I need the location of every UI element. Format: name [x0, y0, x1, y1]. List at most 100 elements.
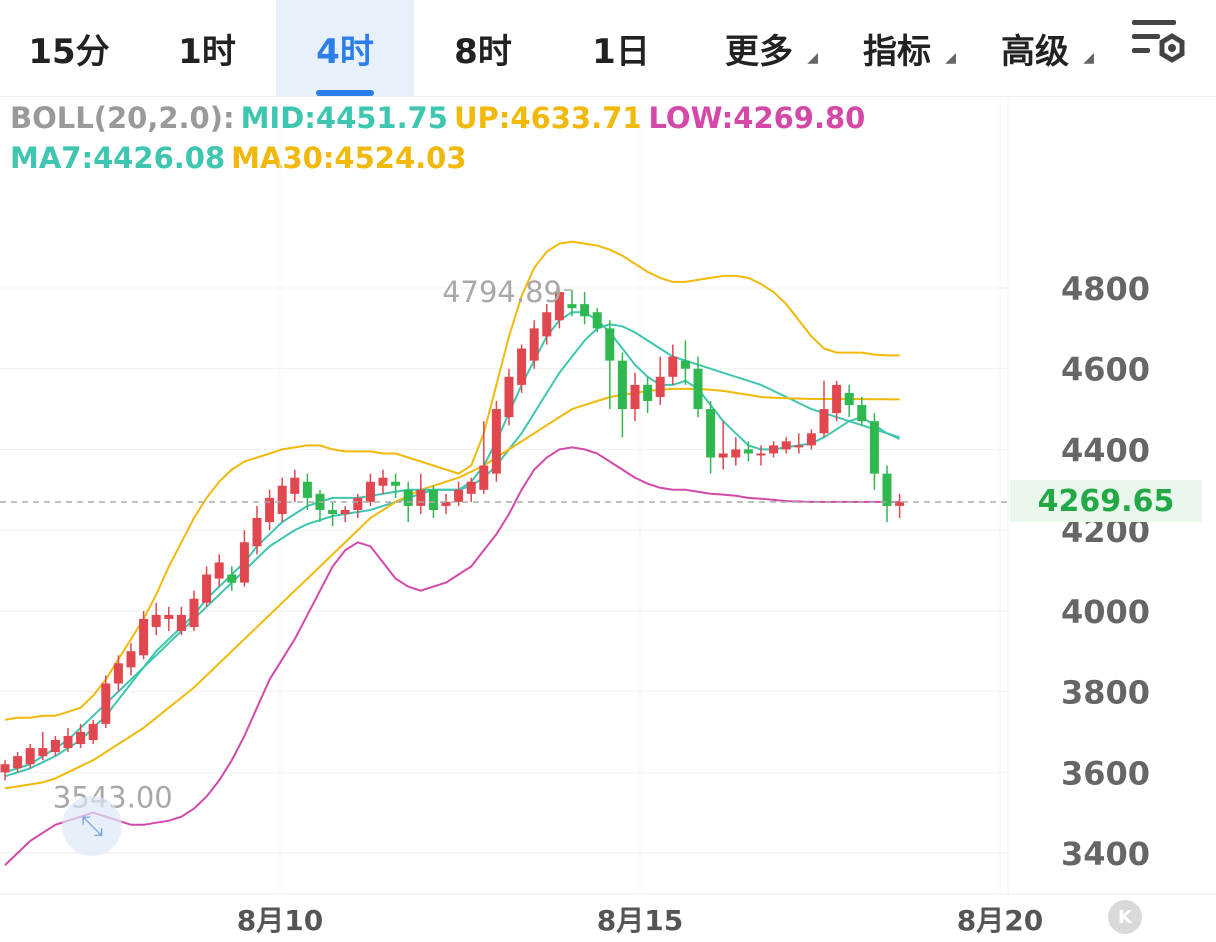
candle-body	[491, 409, 501, 474]
tab-label: 1日	[592, 31, 650, 72]
y-tick-label: 4400	[1061, 431, 1150, 469]
candle-body	[38, 748, 48, 757]
candle-body	[202, 574, 212, 603]
candle-body	[340, 509, 350, 514]
tab-4h[interactable]: 4时	[276, 0, 414, 96]
candle-body	[655, 376, 665, 397]
tab-1d[interactable]: 1日	[552, 0, 690, 96]
tab-15min[interactable]: 15分	[0, 0, 138, 96]
candle-body	[25, 748, 35, 765]
candle-body	[0, 764, 10, 773]
candle-body	[743, 449, 753, 454]
candle-body	[189, 598, 199, 627]
k-line-toggle-icon[interactable]: K	[1108, 900, 1142, 934]
candle-body	[139, 618, 149, 656]
tab-8h[interactable]: 8时	[414, 0, 552, 96]
current-price-tag: 4269.65	[1010, 480, 1202, 522]
ma7-line	[4, 311, 901, 778]
candle-body	[302, 481, 312, 498]
candle-body	[328, 509, 338, 514]
candle-body	[428, 489, 438, 510]
candle-body	[857, 405, 867, 422]
tab-label: 高级	[1001, 31, 1069, 72]
y-tick-label: 3400	[1061, 835, 1150, 873]
candle-body	[630, 384, 640, 410]
candle-body	[50, 740, 60, 753]
candle-body	[617, 360, 627, 410]
x-tick-label: 8月10	[237, 904, 323, 937]
x-tick-label: 8月20	[957, 904, 1043, 937]
candle-body	[781, 441, 791, 450]
candle-body	[769, 445, 779, 454]
candle-body	[882, 473, 892, 506]
candle-body	[252, 518, 262, 547]
candle-body	[869, 421, 879, 474]
y-tick-label: 3600	[1061, 754, 1150, 792]
candle-body	[164, 614, 174, 619]
high-price-label: 4794.89	[442, 275, 562, 309]
candle-body	[479, 465, 489, 490]
candle-body	[517, 348, 527, 385]
candle-body	[101, 683, 111, 724]
candle-body	[819, 409, 829, 434]
candle-body	[605, 328, 615, 361]
tab-indicators[interactable]: 指标 ◢	[828, 0, 966, 96]
candle-body	[290, 477, 300, 494]
candle-body	[126, 651, 136, 668]
candle-body	[718, 453, 728, 458]
candle-body	[353, 497, 363, 510]
tab-1h[interactable]: 1时	[138, 0, 276, 96]
y-tick-label: 4600	[1061, 351, 1150, 389]
candle-body	[113, 663, 123, 684]
dropdown-caret-icon: ◢	[807, 50, 818, 66]
dropdown-caret-icon: ◢	[945, 50, 956, 66]
dropdown-caret-icon: ◢	[1083, 50, 1094, 66]
candle-body	[794, 445, 804, 448]
candle-body	[176, 614, 186, 632]
tab-label: 更多	[725, 31, 793, 72]
candle-body	[580, 304, 590, 317]
candle-body	[454, 489, 464, 502]
candle-body	[567, 304, 577, 309]
candle-body	[592, 312, 602, 329]
tab-advanced[interactable]: 高级 ◢	[966, 0, 1104, 96]
tab-label: 1时	[178, 31, 236, 72]
candle-body	[542, 312, 552, 337]
candle-body	[668, 356, 678, 377]
x-tick-label: 8月15	[597, 904, 683, 937]
tab-more[interactable]: 更多 ◢	[690, 0, 828, 96]
candle-body	[844, 392, 854, 406]
candle-body	[63, 735, 73, 749]
candle-body	[706, 409, 716, 458]
candle-body	[365, 481, 375, 502]
expand-icon[interactable]: ⤡	[62, 796, 122, 856]
tab-label: 指标	[863, 31, 931, 72]
candle-body	[756, 453, 766, 456]
interval-toolbar: 15分 1时 4时 8时 1日 更多 ◢ 指标 ◢ 高级 ◢	[0, 0, 1216, 97]
candle-body	[227, 574, 237, 583]
tab-label: 15分	[28, 31, 110, 72]
candle-body	[151, 614, 161, 627]
boll-mid-line	[4, 323, 900, 774]
candle-body	[832, 384, 842, 414]
candle-body	[214, 562, 224, 579]
candle-body	[13, 756, 23, 769]
candle-body	[680, 360, 690, 369]
candle-body	[277, 485, 287, 514]
candle-body	[731, 449, 741, 458]
candle-body	[504, 376, 514, 418]
tab-label: 8时	[454, 31, 512, 72]
candle-body	[529, 328, 539, 361]
candle-body	[466, 481, 476, 494]
y-tick-label: 4000	[1061, 593, 1150, 631]
chart-settings-icon[interactable]	[1126, 16, 1190, 76]
y-tick-label: 3800	[1061, 674, 1150, 712]
candle-body	[806, 433, 816, 446]
candle-body	[403, 489, 413, 506]
candle-body	[378, 477, 388, 486]
tab-label: 4时	[316, 31, 374, 72]
candle-body	[416, 489, 426, 506]
y-tick-label: 4800	[1061, 270, 1150, 308]
candle-body	[391, 481, 401, 486]
candle-body	[643, 384, 653, 401]
